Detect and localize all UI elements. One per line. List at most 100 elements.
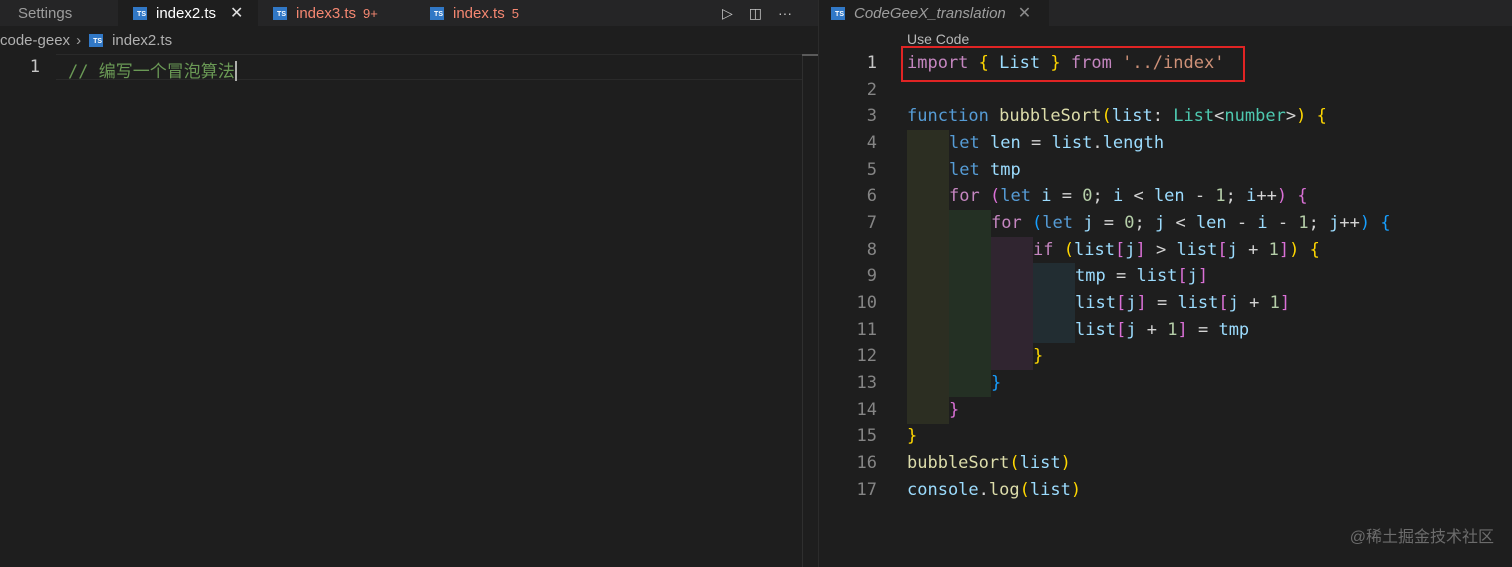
- code-token: <: [1133, 186, 1144, 206]
- code-line-17[interactable]: console.log(list): [819, 477, 1512, 504]
- code-token: =: [1115, 266, 1127, 286]
- code-text[interactable]: bubbleSort(list): [907, 453, 1071, 473]
- chevron-right-icon: ›: [76, 31, 82, 49]
- tab-label: index.ts: [453, 4, 505, 22]
- code-line-4[interactable]: let len = list.length: [819, 130, 1512, 157]
- code-token: >: [1155, 240, 1167, 260]
- right-editor-group: TS CodeGeeX_translation ✕ Use Code 12345…: [819, 0, 1512, 567]
- breadcrumb-file[interactable]: index2.ts: [112, 32, 172, 49]
- tab-codegeex-translation[interactable]: TS CodeGeeX_translation ✕: [819, 0, 1049, 26]
- code-token: 0: [1124, 213, 1135, 233]
- code-token: bubbleSort: [999, 106, 1102, 126]
- tab-label: CodeGeeX_translation: [854, 4, 1006, 22]
- code-token: j: [1154, 213, 1166, 233]
- vertical-scrollbar[interactable]: [802, 54, 819, 567]
- code-line-14[interactable]: }: [819, 397, 1512, 424]
- code-text[interactable]: for (let i = 0; i < len - 1; i++) {: [949, 186, 1308, 206]
- code-token: List: [1173, 106, 1215, 126]
- code-token: j: [1125, 240, 1136, 260]
- code-token: j: [1126, 320, 1137, 340]
- code-comment[interactable]: // 编写一个冒泡算法: [68, 57, 237, 82]
- problems-badge: 9+: [363, 5, 378, 21]
- code-token: list: [1075, 293, 1116, 313]
- code-line-6[interactable]: for (let i = 0; i < len - 1; i++) {: [819, 183, 1512, 210]
- code-line-15[interactable]: }: [819, 423, 1512, 450]
- code-token: i: [1257, 213, 1268, 233]
- code-token: (: [1063, 240, 1074, 260]
- code-token: +: [1248, 240, 1259, 260]
- code-text[interactable]: }: [991, 373, 1001, 393]
- tab-label: index3.ts: [296, 4, 357, 22]
- code-token: j: [1329, 213, 1340, 233]
- code-token: =: [1103, 213, 1114, 233]
- code-text[interactable]: }: [949, 400, 959, 420]
- code-token: -: [1194, 186, 1206, 206]
- code-token: (: [1019, 480, 1030, 500]
- code-text[interactable]: let len = list.length: [949, 133, 1164, 153]
- code-line-13[interactable]: }: [819, 370, 1512, 397]
- watermark: @稀土掘金技术社区: [1349, 529, 1494, 546]
- problems-badge: 5: [511, 5, 519, 21]
- code-line-5[interactable]: let tmp: [819, 157, 1512, 184]
- code-text[interactable]: tmp = list[j]: [1075, 266, 1208, 286]
- scrollbar-cursor-marker: [802, 54, 818, 56]
- code-token: ): [1070, 480, 1082, 500]
- breadcrumb: code-geex › TS index2.ts: [0, 28, 172, 52]
- code-line-7[interactable]: for (let j = 0; j < len - i - 1; j++) {: [819, 210, 1512, 237]
- code-token: j: [1227, 240, 1238, 260]
- code-text[interactable]: console.log(list): [907, 480, 1081, 500]
- code-line-3[interactable]: function bubbleSort(list: List<number>) …: [819, 103, 1512, 130]
- code-token: =: [1156, 293, 1168, 313]
- code-token: let: [949, 160, 980, 180]
- more-actions-icon[interactable]: ···: [778, 5, 792, 21]
- code-token: (: [989, 186, 1001, 206]
- code-line-10[interactable]: list[j] = list[j + 1]: [819, 290, 1512, 317]
- use-code-button[interactable]: Use Code: [907, 31, 969, 47]
- close-icon[interactable]: ✕: [1018, 3, 1031, 23]
- left-tab-bar: Settings TS index2.ts ✕ TS index3.ts 9+ …: [0, 0, 818, 26]
- code-token: ): [1276, 186, 1288, 206]
- tab-settings[interactable]: Settings: [0, 0, 118, 26]
- breadcrumb-folder[interactable]: code-geex: [0, 32, 70, 49]
- right-tab-bar: TS CodeGeeX_translation ✕: [819, 0, 1512, 26]
- code-line-12[interactable]: }: [819, 343, 1512, 370]
- code-token: list: [1019, 453, 1061, 473]
- code-text[interactable]: }: [1033, 346, 1043, 366]
- code-token: let: [1000, 186, 1031, 206]
- code-token: j: [1228, 293, 1239, 313]
- code-token: j: [1187, 266, 1198, 286]
- code-token: tmp: [989, 160, 1021, 180]
- code-token: ++: [1256, 186, 1277, 206]
- code-text[interactable]: }: [907, 426, 917, 446]
- code-token: tmp: [1075, 266, 1106, 286]
- code-text[interactable]: list[j] = list[j + 1]: [1075, 293, 1290, 313]
- import-highlight-box: [901, 46, 1245, 82]
- code-text[interactable]: let tmp: [949, 160, 1021, 180]
- code-line-9[interactable]: tmp = list[j]: [819, 263, 1512, 290]
- tab-index-ts[interactable]: TS index.ts 5: [414, 0, 544, 26]
- code-line-11[interactable]: list[j + 1] = tmp: [819, 317, 1512, 344]
- tab-index3-ts[interactable]: TS index3.ts 9+: [258, 0, 414, 26]
- code-token: <: [1175, 213, 1186, 233]
- code-token: ;: [1308, 213, 1319, 233]
- typescript-file-icon: TS: [133, 6, 147, 20]
- run-icon[interactable]: ▷: [722, 5, 733, 22]
- code-line[interactable]: 1 // 编写一个冒泡算法: [0, 54, 818, 82]
- tab-index2-ts[interactable]: TS index2.ts ✕: [118, 0, 258, 26]
- code-token: }: [907, 426, 918, 446]
- code-token: ): [1289, 240, 1300, 260]
- code-line-8[interactable]: if (list[j] > list[j + 1]) {: [819, 237, 1512, 264]
- close-icon[interactable]: ✕: [230, 3, 243, 23]
- code-text[interactable]: list[j + 1] = tmp: [1075, 320, 1249, 340]
- code-text[interactable]: if (list[j] > list[j + 1]) {: [1033, 240, 1320, 260]
- code-token: ;: [1134, 213, 1145, 233]
- code-token: ]: [1136, 293, 1147, 313]
- text-cursor: [234, 61, 237, 81]
- code-text[interactable]: for (let j = 0; j < len - i - 1; j++) {: [991, 213, 1391, 233]
- code-token: len: [1153, 186, 1185, 206]
- code-token: console: [907, 480, 979, 500]
- split-editor-icon[interactable]: ◫: [749, 5, 762, 22]
- code-line-16[interactable]: bubbleSort(list): [819, 450, 1512, 477]
- comment-text: // 编写一个冒泡算法: [68, 62, 235, 82]
- code-text[interactable]: function bubbleSort(list: List<number>) …: [907, 106, 1327, 126]
